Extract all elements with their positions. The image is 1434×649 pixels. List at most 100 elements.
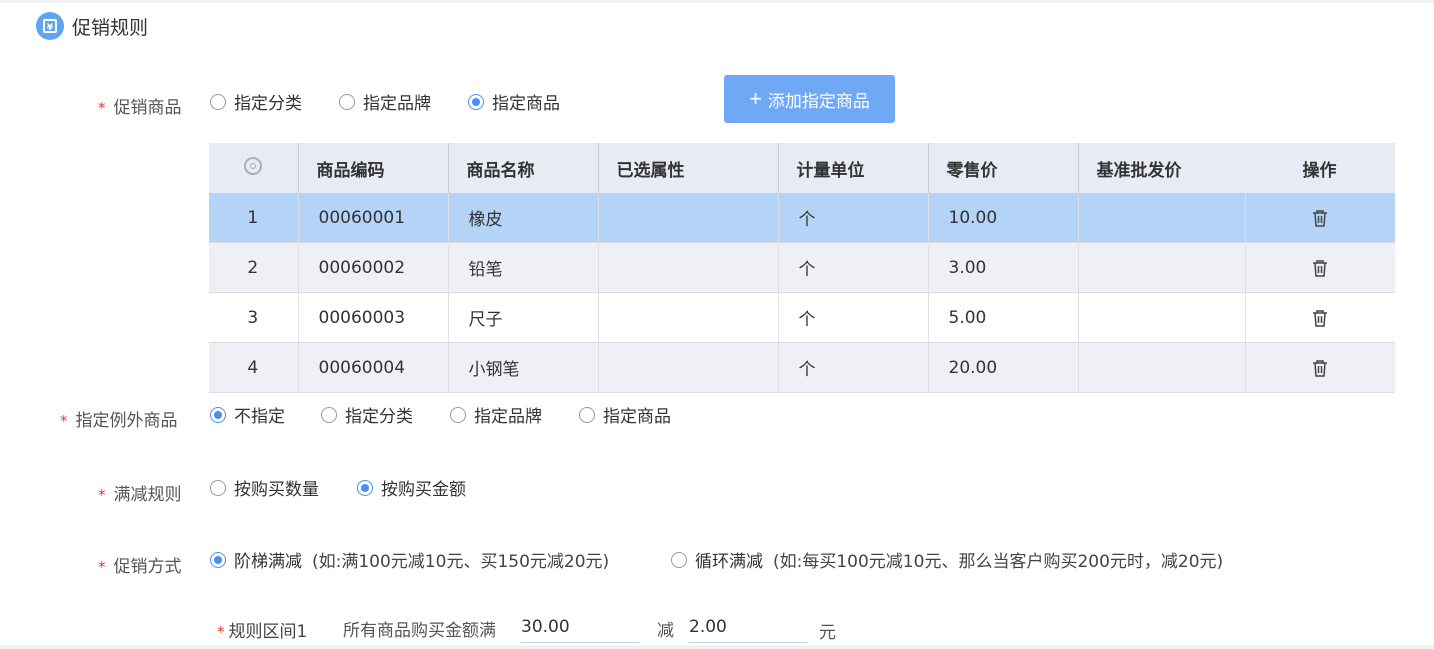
retail-price: 3.00 [927, 242, 1078, 293]
section-header: ¥ 促销规则 [36, 12, 148, 40]
product-name: 橡皮 [447, 193, 598, 243]
product-attr [597, 193, 778, 243]
retail-price: 10.00 [927, 193, 1078, 243]
required-mark: * [98, 558, 106, 576]
radio-label: 按购买数量 [234, 480, 319, 500]
radio-label: 阶梯满减 [234, 552, 302, 572]
column-header[interactable]: 商品名称 [447, 143, 598, 193]
product-code: 00060004 [297, 342, 448, 393]
column-header[interactable]: 计量单位 [777, 143, 928, 193]
yen-receipt-icon: ¥ [36, 12, 64, 40]
threshold-input[interactable] [521, 612, 639, 643]
discount-rule-label: * 满减规则 [98, 480, 182, 505]
column-header[interactable]: 基准批发价 [1077, 143, 1245, 193]
exception-radio-category[interactable]: 指定分类 [321, 402, 413, 427]
discount-rule-label-text: 满减规则 [113, 485, 182, 505]
product-name: 小钢笔 [447, 342, 598, 393]
discount-radio-quantity[interactable]: 按购买数量 [210, 475, 319, 500]
trash-icon[interactable] [1312, 209, 1328, 227]
table-row[interactable]: 3 00060003 尺子 个 5.00 [209, 292, 1395, 343]
radio-label: 指定品牌 [474, 407, 542, 427]
trash-icon[interactable] [1312, 259, 1328, 277]
promo-goods-radio-brand[interactable]: 指定品牌 [339, 89, 431, 114]
radio-circle [210, 551, 226, 568]
radio-label: 不指定 [234, 407, 285, 427]
wholesale-price [1077, 342, 1245, 393]
column-header[interactable]: 商品编码 [297, 143, 448, 193]
required-mark: * [60, 412, 68, 430]
trash-icon[interactable] [1312, 309, 1328, 327]
discount-input[interactable] [689, 612, 807, 643]
unit-label: 元 [819, 623, 836, 643]
discount-radio-amount[interactable]: 按购买金额 [357, 475, 466, 500]
radio-label: 循环满减 [695, 552, 763, 572]
radio-label: 指定分类 [345, 407, 413, 427]
radio-circle [468, 93, 484, 110]
wholesale-price [1077, 292, 1245, 343]
required-mark: * [98, 99, 106, 117]
radio-circle [210, 93, 226, 110]
trash-icon[interactable] [1312, 359, 1328, 377]
radio-label: 指定商品 [603, 407, 671, 427]
product-unit: 个 [777, 342, 928, 393]
exception-radio-brand[interactable]: 指定品牌 [450, 402, 542, 427]
column-settings[interactable] [209, 143, 298, 193]
required-mark: * [98, 486, 106, 504]
method-radio-cyclic[interactable]: 循环满减 (如:每买100元减10元、那么当客户购买200元时，减20元) [671, 547, 1223, 572]
method-radio-tiered[interactable]: 阶梯满减 (如:满100元减10元、买150元减20元) [210, 547, 609, 572]
radio-circle [210, 479, 226, 496]
rule-prefix: 所有商品购买金额满 [343, 621, 496, 641]
table-header-row: 商品编码 商品名称 已选属性 计量单位 零售价 基准批发价 操作 [209, 143, 1395, 193]
promo-method-label: * 促销方式 [98, 552, 182, 577]
row-number: 2 [209, 242, 298, 293]
product-name: 铅笔 [447, 242, 598, 293]
exception-radio-product[interactable]: 指定商品 [579, 402, 671, 427]
promo-goods-radio-product[interactable]: 指定商品 [468, 89, 560, 114]
row-number: 1 [209, 193, 298, 243]
radio-hint: (如:满100元减10元、买150元减20元) [312, 552, 610, 572]
product-unit: 个 [777, 292, 928, 343]
gear-icon [243, 156, 262, 175]
product-code: 00060001 [297, 193, 448, 243]
exception-goods-label-text: 指定例外商品 [75, 411, 178, 431]
table-row[interactable]: 2 00060002 铅笔 个 3.00 [209, 242, 1395, 293]
add-product-button[interactable]: + 添加指定商品 [724, 75, 895, 123]
promo-method-label-text: 促销方式 [113, 557, 182, 577]
bottom-divider [0, 645, 1434, 649]
column-header: 操作 [1245, 143, 1395, 193]
product-code: 00060003 [297, 292, 448, 343]
column-header[interactable]: 已选属性 [597, 143, 778, 193]
row-number: 3 [209, 292, 298, 343]
promo-goods-label: * 促销商品 [98, 93, 182, 118]
goods-table: 商品编码 商品名称 已选属性 计量单位 零售价 基准批发价 操作 1 00060… [209, 143, 1395, 393]
retail-price: 5.00 [927, 292, 1078, 343]
radio-label: 指定品牌 [363, 94, 431, 114]
product-attr [597, 292, 778, 343]
exception-radio-none[interactable]: 不指定 [210, 402, 285, 427]
radio-circle [579, 406, 595, 423]
radio-label: 按购买金额 [381, 480, 466, 500]
product-attr [597, 242, 778, 293]
radio-label: 指定分类 [234, 94, 302, 114]
radio-circle [671, 551, 687, 568]
row-number: 4 [209, 342, 298, 393]
rule-range-label: * 规则区间1 [217, 617, 307, 642]
promo-goods-label-text: 促销商品 [113, 98, 182, 118]
required-mark: * [217, 623, 225, 641]
column-header[interactable]: 零售价 [927, 143, 1078, 193]
section-title: 促销规则 [72, 16, 149, 39]
product-name: 尺子 [447, 292, 598, 343]
delete-cell [1244, 342, 1395, 393]
product-attr [597, 342, 778, 393]
radio-circle [450, 406, 466, 423]
top-divider [0, 0, 1434, 3]
promo-goods-radio-category[interactable]: 指定分类 [210, 89, 302, 114]
table-row[interactable]: 1 00060001 橡皮 个 10.00 [209, 193, 1395, 243]
radio-hint: (如:每买100元减10元、那么当客户购买200元时，减20元) [773, 552, 1224, 572]
plus-icon: + [749, 86, 762, 111]
table-row[interactable]: 4 00060004 小钢笔 个 20.00 [209, 342, 1395, 393]
product-unit: 个 [777, 242, 928, 293]
wholesale-price [1077, 242, 1245, 293]
radio-circle [210, 406, 226, 423]
radio-circle [321, 406, 337, 423]
